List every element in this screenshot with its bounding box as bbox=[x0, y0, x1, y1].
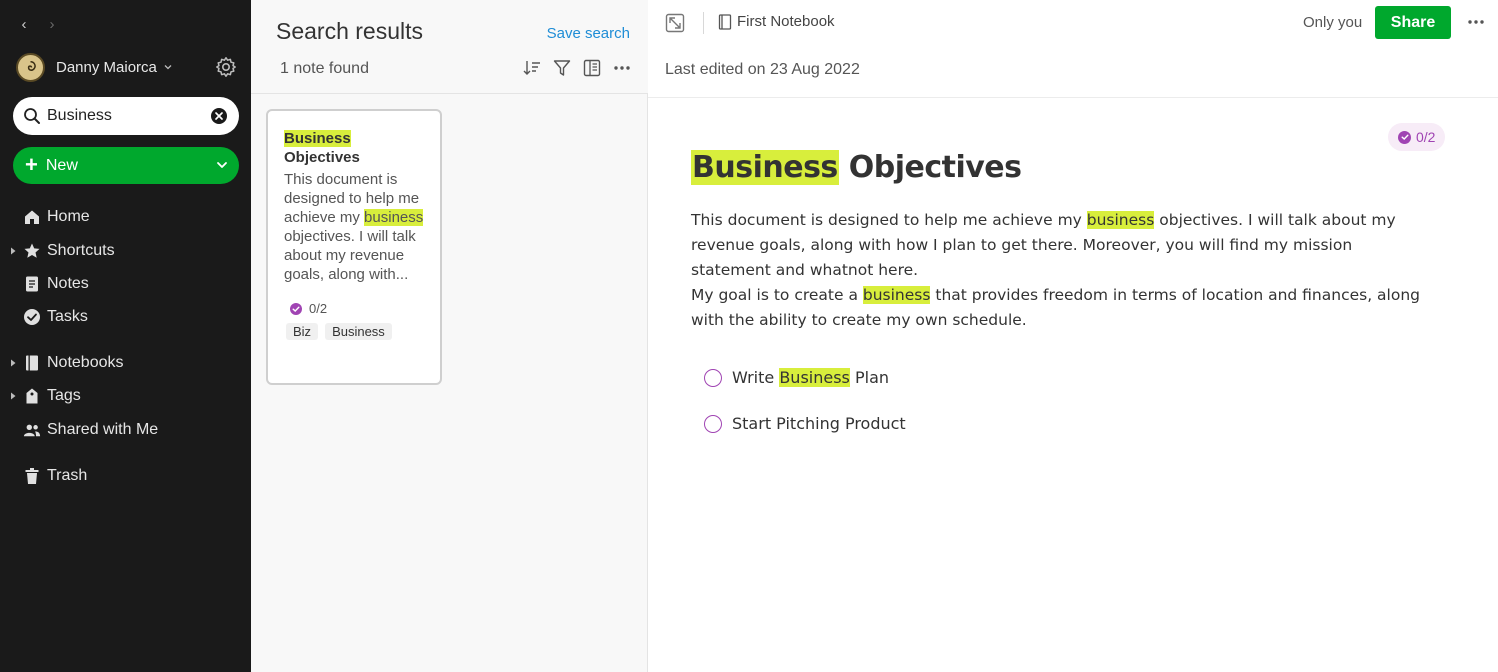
search-input[interactable] bbox=[47, 107, 197, 125]
note-editor: First Notebook Only you Share Last edite… bbox=[648, 0, 1498, 672]
note-title-rest: Objectives bbox=[838, 150, 1022, 185]
task-text: Write bbox=[732, 368, 780, 387]
task-checkbox[interactable] bbox=[704, 414, 722, 433]
sidebar-item-label: Home bbox=[47, 208, 90, 225]
filter-icon[interactable] bbox=[552, 58, 572, 78]
search-highlight: Business bbox=[284, 130, 351, 147]
note-list-header: Search results Save search 1 note found bbox=[251, 0, 648, 94]
task-label[interactable]: Write Business Plan bbox=[732, 368, 889, 387]
save-search-link[interactable]: Save search bbox=[547, 25, 630, 42]
task-item: Write Business Plan bbox=[704, 368, 889, 387]
toolbar-divider bbox=[703, 12, 704, 34]
note-card-snippet: This document is designed to help me ach… bbox=[284, 170, 430, 284]
trash-icon bbox=[23, 467, 41, 485]
home-icon bbox=[23, 208, 41, 226]
notebook-selector[interactable]: First Notebook bbox=[718, 13, 835, 30]
sidebar-item-label: Tags bbox=[47, 387, 81, 404]
page-title: Search results bbox=[276, 18, 424, 44]
tag-chip[interactable]: Biz bbox=[286, 323, 319, 340]
search-highlight: business bbox=[364, 209, 424, 226]
sidebar-item-label: Tasks bbox=[47, 308, 88, 325]
avatar bbox=[16, 52, 45, 82]
sidebar-item-shared-with-me[interactable]: Shared with Me bbox=[0, 414, 251, 446]
notebook-icon bbox=[718, 13, 732, 30]
note-card-title: Business Objectives bbox=[284, 129, 434, 167]
gear-icon[interactable] bbox=[214, 55, 238, 79]
caret-right-icon[interactable] bbox=[9, 392, 17, 400]
note-card-title-rest: Objectives bbox=[284, 149, 360, 166]
search-highlight: business bbox=[862, 286, 931, 304]
search-highlight: Business bbox=[779, 368, 850, 387]
more-options-icon[interactable] bbox=[612, 58, 632, 78]
star-icon bbox=[23, 242, 41, 260]
new-button-label: New bbox=[45, 156, 78, 174]
sidebar-item-home[interactable]: Home bbox=[0, 201, 251, 233]
sidebar-item-label: Notes bbox=[47, 275, 89, 292]
back-arrow-icon[interactable]: ‹ bbox=[16, 12, 32, 36]
account-switcher[interactable]: Danny Maiorca bbox=[16, 52, 238, 82]
editor-header: First Notebook Only you Share Last edite… bbox=[648, 0, 1498, 98]
note-paragraph[interactable]: My goal is to create a business that pro… bbox=[691, 283, 1431, 333]
sidebar-item-label: Notebooks bbox=[47, 354, 124, 371]
task-label[interactable]: Start Pitching Product bbox=[732, 414, 906, 433]
check-circle-icon bbox=[23, 308, 41, 326]
notebook-icon bbox=[23, 354, 41, 372]
chevron-down-icon bbox=[163, 62, 173, 72]
people-icon bbox=[23, 421, 41, 439]
plus-icon: + bbox=[25, 151, 38, 177]
snippet-text: objectives. I will talk about my revenue… bbox=[284, 228, 416, 283]
avatar-swirl-icon bbox=[27, 60, 36, 71]
sidebar-item-shortcuts[interactable]: Shortcuts bbox=[0, 235, 251, 267]
task-text: Plan bbox=[849, 368, 890, 387]
search-icon bbox=[24, 108, 40, 124]
sidebar: ‹ › Danny Maiorca + bbox=[0, 0, 251, 672]
sidebar-item-trash[interactable]: Trash bbox=[0, 460, 251, 492]
new-button[interactable]: + New bbox=[13, 147, 239, 184]
sidebar-item-tasks[interactable]: Tasks bbox=[0, 301, 251, 333]
more-options-icon[interactable] bbox=[1466, 12, 1486, 32]
user-name: Danny Maiorca bbox=[56, 58, 157, 76]
sidebar-item-notes[interactable]: Notes bbox=[0, 268, 251, 300]
sidebar-item-notebooks[interactable]: Notebooks bbox=[0, 347, 251, 379]
task-count: 0/2 bbox=[1416, 129, 1436, 145]
sidebar-item-label: Shortcuts bbox=[47, 242, 115, 259]
notes-icon bbox=[23, 275, 41, 293]
chevron-down-icon[interactable] bbox=[215, 158, 229, 172]
tag-chip[interactable]: Business bbox=[325, 323, 392, 340]
sidebar-item-label: Shared with Me bbox=[47, 421, 159, 438]
history-nav: ‹ › bbox=[16, 12, 60, 36]
note-card-tags: Biz Business bbox=[286, 323, 392, 340]
view-options-icon[interactable] bbox=[582, 58, 602, 78]
note-paragraph[interactable]: This document is designed to help me ach… bbox=[691, 208, 1431, 283]
notebook-name: First Notebook bbox=[737, 13, 835, 30]
forward-arrow-icon[interactable]: › bbox=[44, 12, 60, 36]
note-title[interactable]: Business Objectives bbox=[691, 150, 1022, 185]
task-count: 0/2 bbox=[309, 301, 328, 316]
search-highlight: business bbox=[1086, 211, 1155, 229]
task-check-icon bbox=[1398, 130, 1411, 144]
search-box bbox=[13, 97, 239, 135]
clear-search-icon[interactable] bbox=[210, 107, 228, 125]
paragraph-text: My goal is to create a bbox=[691, 286, 863, 304]
note-count: 1 note found bbox=[280, 60, 369, 77]
expand-icon[interactable] bbox=[665, 13, 685, 33]
share-button[interactable]: Share bbox=[1375, 6, 1451, 39]
task-item: Start Pitching Product bbox=[704, 414, 906, 433]
task-checkbox[interactable] bbox=[704, 368, 722, 387]
task-count-badge: 0/2 bbox=[290, 301, 327, 316]
paragraph-text: This document is designed to help me ach… bbox=[691, 211, 1087, 229]
task-check-icon bbox=[290, 302, 302, 315]
tag-icon bbox=[23, 387, 41, 405]
caret-right-icon[interactable] bbox=[9, 359, 17, 367]
caret-right-icon[interactable] bbox=[9, 247, 17, 255]
sidebar-item-label: Trash bbox=[47, 467, 88, 484]
sort-icon[interactable] bbox=[522, 58, 542, 78]
search-highlight: Business bbox=[691, 150, 839, 185]
sidebar-item-tags[interactable]: Tags bbox=[0, 380, 251, 412]
visibility-label: Only you bbox=[1303, 14, 1363, 31]
task-progress-badge[interactable]: 0/2 bbox=[1388, 123, 1446, 151]
note-card[interactable]: Business Objectives This document is des… bbox=[266, 109, 442, 385]
note-list-toolbar bbox=[522, 58, 632, 78]
last-edited: Last edited on 23 Aug 2022 bbox=[665, 61, 860, 78]
